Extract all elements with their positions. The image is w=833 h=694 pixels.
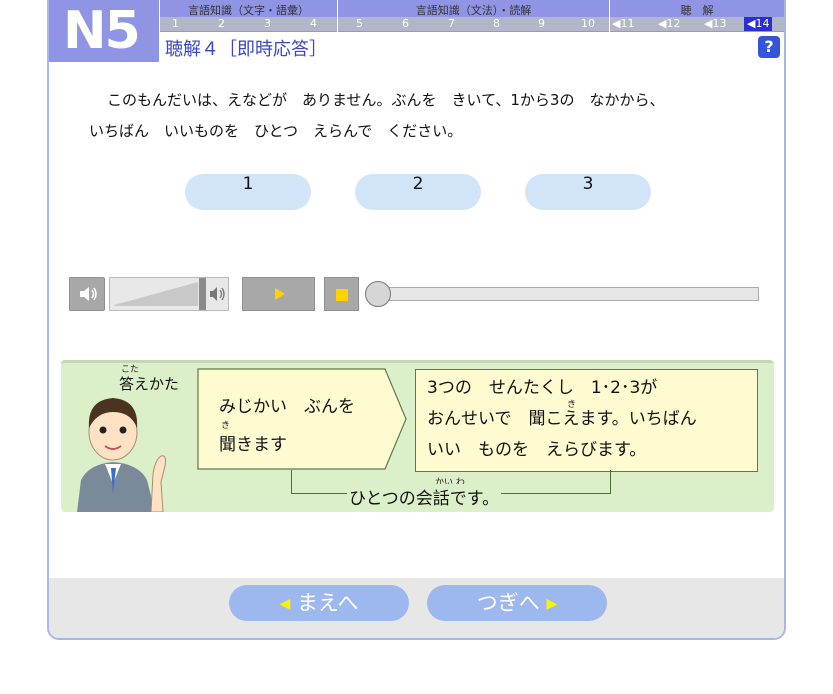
teacher-illustration bbox=[77, 398, 166, 512]
level-badge-text: N5 bbox=[63, 1, 141, 61]
question-link[interactable]: 10 bbox=[581, 17, 595, 31]
question-numbers: ◀11 ◀12 ◀13 ◀14 bbox=[610, 17, 784, 31]
section-label: 言語知識（文字・語彙） bbox=[188, 4, 309, 17]
seek-handle[interactable] bbox=[365, 281, 391, 307]
question-link[interactable]: 3 bbox=[264, 17, 271, 31]
instructions: このもんだいは、えなどが ありません。ぶんを きいて、1から3の なかから、 い… bbox=[89, 85, 769, 147]
step1-text: みじかい ぶんを 聞きます bbox=[219, 388, 355, 464]
stop-icon bbox=[336, 289, 348, 301]
question-link[interactable]: ◀11 bbox=[612, 17, 634, 31]
volume-slider[interactable] bbox=[109, 277, 229, 311]
level-badge: N5 bbox=[49, 0, 157, 62]
question-link[interactable]: 2 bbox=[218, 17, 225, 31]
play-button[interactable] bbox=[242, 277, 315, 311]
step2-ruby: き bbox=[567, 400, 577, 410]
step2-line-3: いい ものを えらびます。 bbox=[427, 440, 647, 460]
instructions-line-1: このもんだいは、えなどが ありません。ぶんを きいて、1から3の なかから、 bbox=[107, 91, 665, 109]
step1-ruby: き bbox=[221, 421, 231, 431]
next-arrow-icon: ▶ bbox=[546, 596, 558, 612]
prev-label: まえへ bbox=[296, 591, 359, 615]
stop-button[interactable] bbox=[324, 277, 359, 311]
question-link[interactable]: 1 bbox=[172, 17, 179, 31]
step2-line-2: おんせいで 聞こえます。いちばん bbox=[427, 409, 697, 429]
answer-guide-label: 答えかた bbox=[119, 375, 180, 393]
header: N5 言語知識（文字・語彙） 1 2 3 4 言語知識（文法）・読解 5 6 7… bbox=[49, 0, 784, 62]
speaker-icon bbox=[210, 287, 225, 301]
option-3-button[interactable]: 3 bbox=[525, 174, 651, 210]
prev-button[interactable]: ◀ まえへ bbox=[229, 585, 409, 621]
step1-line-1: みじかい ぶんを bbox=[219, 397, 355, 417]
step1-line-2: 聞きます bbox=[219, 435, 287, 455]
question-link[interactable]: 7 bbox=[448, 17, 455, 31]
question-link[interactable]: ◀13 bbox=[704, 17, 726, 31]
question-link[interactable]: 5 bbox=[356, 17, 363, 31]
next-button[interactable]: つぎへ ▶ bbox=[427, 585, 607, 621]
section-label: 言語知識（文法）・読解 bbox=[415, 4, 532, 17]
question-link[interactable]: ◀12 bbox=[658, 17, 680, 31]
volume-level bbox=[114, 282, 198, 306]
section-label: 聴 解 bbox=[680, 4, 714, 17]
bracket-label: ひとつの会話です。 bbox=[347, 484, 502, 509]
option-1-button[interactable]: 1 bbox=[185, 174, 311, 210]
question-numbers: 1 2 3 4 bbox=[160, 17, 337, 31]
prev-arrow-icon: ◀ bbox=[279, 596, 291, 612]
option-2-button[interactable]: 2 bbox=[355, 174, 481, 210]
page-title: 聴解４［即時応答］ bbox=[165, 39, 327, 60]
question-link-active[interactable]: ◀14 bbox=[744, 17, 773, 31]
volume-handle[interactable] bbox=[199, 278, 206, 310]
next-label: つぎへ bbox=[476, 591, 540, 615]
section-grammar: 言語知識（文法）・読解 5 6 7 8 9 10 bbox=[337, 0, 609, 32]
step2-text: 3つの せんたくし 1･2･3が おんせいで 聞こえます。いちばん いい ものを… bbox=[427, 373, 697, 466]
question-link[interactable]: 4 bbox=[310, 17, 317, 31]
title-bar: 聴解４［即時応答］ ? bbox=[159, 32, 784, 62]
section-nav: 言語知識（文字・語彙） 1 2 3 4 言語知識（文法）・読解 5 6 7 8 … bbox=[159, 0, 784, 32]
step2-line-1: 3つの せんたくし 1･2･3が bbox=[427, 378, 658, 398]
question-link[interactable]: 6 bbox=[402, 17, 409, 31]
app-frame: N5 言語知識（文字・語彙） 1 2 3 4 言語知識（文法）・読解 5 6 7… bbox=[47, 0, 786, 640]
mute-button[interactable] bbox=[69, 277, 105, 311]
question-link[interactable]: 9 bbox=[538, 17, 545, 31]
question-numbers: 5 6 7 8 9 10 bbox=[338, 17, 609, 31]
instructions-line-2: いちばん いいものを ひとつ えらんで ください。 bbox=[89, 122, 463, 140]
section-vocab: 言語知識（文字・語彙） 1 2 3 4 bbox=[159, 0, 337, 32]
seek-bar[interactable] bbox=[379, 287, 759, 301]
question-link[interactable]: 8 bbox=[493, 17, 500, 31]
play-icon bbox=[275, 288, 285, 300]
footer bbox=[49, 578, 784, 638]
section-listening: 聴 解 ◀11 ◀12 ◀13 ◀14 bbox=[609, 0, 784, 32]
speaker-icon bbox=[80, 287, 97, 301]
help-button[interactable]: ? bbox=[758, 36, 780, 58]
